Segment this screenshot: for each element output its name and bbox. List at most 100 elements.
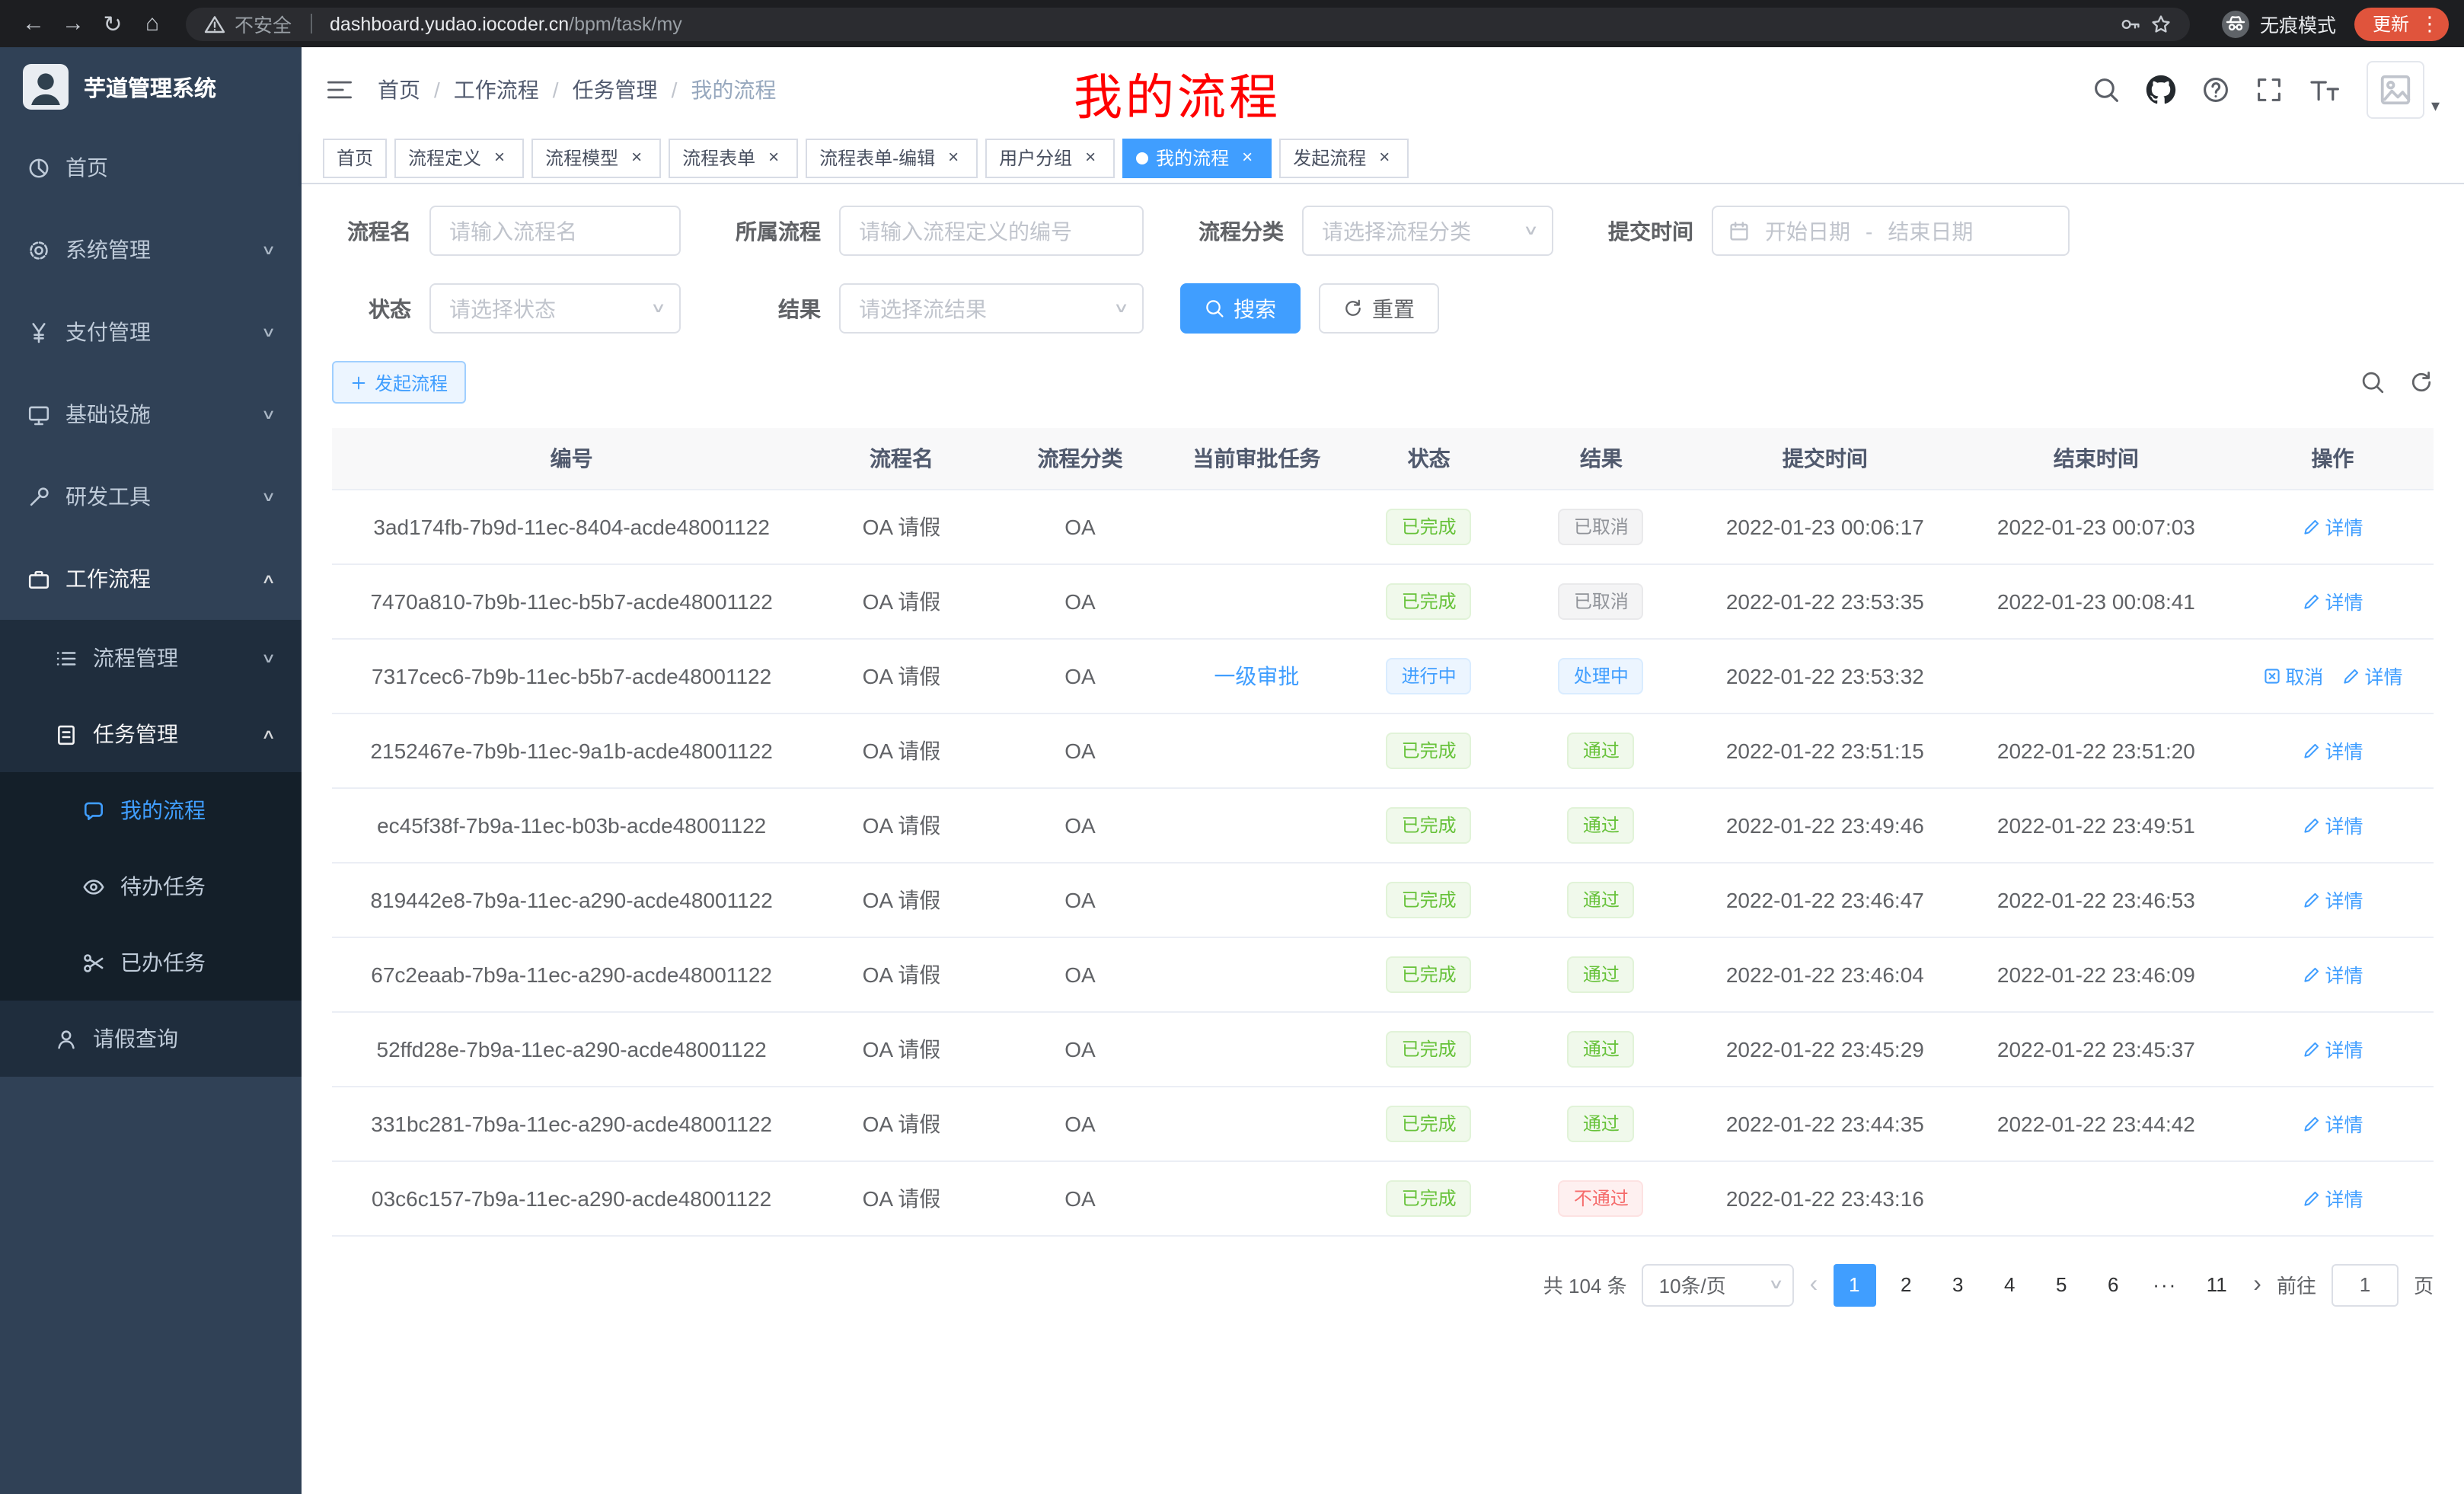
sidebar-item-dev-tools[interactable]: 研发工具∨ [0, 455, 302, 538]
cell-current-task [1168, 713, 1345, 787]
sidebar-item-todo-tasks[interactable]: 待办任务 [0, 848, 302, 924]
detail-button[interactable]: 详情 [2302, 959, 2363, 988]
detail-button[interactable]: 详情 [2302, 1109, 2363, 1138]
detail-button[interactable]: 详情 [2302, 736, 2363, 765]
search-button[interactable]: 搜索 [1180, 283, 1301, 334]
page-size-select[interactable]: 10条/页 ∨ [1642, 1263, 1795, 1306]
submit-time-range-picker[interactable]: 开始日期 - 结束日期 [1712, 206, 2070, 256]
sidebar-item-workflow[interactable]: 工作流程∧ [0, 538, 302, 620]
detail-button[interactable]: 详情 [2302, 1034, 2363, 1063]
browser-reload-button[interactable]: ↻ [94, 5, 131, 42]
breadcrumb-item[interactable]: 任务管理 [573, 75, 658, 105]
status-select[interactable]: 请选择状态 ∨ [429, 283, 681, 334]
gear-icon [27, 238, 50, 261]
browser-forward-button[interactable]: → [55, 5, 91, 42]
table-row: ec45f38f-7b9a-11ec-b03b-acde48001122OA 请… [332, 787, 2434, 862]
cell-end-time: 2022-01-22 23:51:20 [1961, 713, 2232, 787]
breadcrumb-item[interactable]: 首页 [378, 75, 420, 105]
github-icon[interactable] [2146, 75, 2177, 105]
bookmark-star-icon[interactable] [2150, 13, 2172, 34]
help-icon[interactable] [2203, 76, 2230, 104]
tab-process-form[interactable]: 流程表单× [669, 138, 798, 177]
cell-id: ec45f38f-7b9a-11ec-b03b-acde48001122 [332, 787, 811, 862]
browser-menu-icon[interactable]: ⋮ [2420, 11, 2440, 36]
detail-button[interactable]: 详情 [2302, 885, 2363, 914]
sidebar-item-process-management[interactable]: 流程管理∨ [0, 620, 302, 696]
category-select[interactable]: 请选择流程分类 ∨ [1302, 206, 1553, 256]
page-button-4[interactable]: 4 [1988, 1263, 2031, 1306]
close-icon[interactable]: × [1237, 147, 1258, 168]
update-button[interactable]: 更新 ⋮ [2354, 7, 2449, 40]
sidebar-item-task-management[interactable]: 任务管理∧ [0, 696, 302, 772]
tab-process-form-edit[interactable]: 流程表单-编辑× [806, 138, 978, 177]
address-bar[interactable]: 不安全 dashboard.yudao.iocoder.cn/bpm/task/… [186, 7, 2190, 40]
close-icon[interactable]: × [1374, 147, 1395, 168]
page-button-2[interactable]: 2 [1885, 1263, 1927, 1306]
chevron-down-icon: ∨ [262, 650, 277, 666]
cell-current-task [1168, 1011, 1345, 1086]
screen: ← → ↻ ⌂ 不安全 dashboard.yudao.iocoder.cn/b… [0, 0, 2464, 1494]
app-logo[interactable]: 芋道管理系统 [0, 47, 302, 126]
close-icon[interactable]: × [1080, 147, 1101, 168]
next-page-button[interactable]: › [2253, 1271, 2261, 1298]
page-button-6[interactable]: 6 [2092, 1263, 2134, 1306]
key-icon[interactable] [2120, 13, 2141, 34]
font-size-icon[interactable] [2309, 75, 2341, 105]
cell-process-name: OA 请假 [811, 937, 991, 1011]
chevron-down-icon: ∨ [1114, 300, 1130, 317]
detail-button[interactable]: 详情 [2302, 810, 2363, 839]
cell-submit-time: 2022-01-22 23:51:15 [1690, 713, 1961, 787]
close-icon[interactable]: × [626, 147, 647, 168]
tab-my-process[interactable]: 我的流程× [1122, 138, 1272, 177]
pager-ellipsis[interactable]: ··· [2143, 1263, 2186, 1306]
user-avatar[interactable]: ▾ [2367, 61, 2440, 119]
detail-button[interactable]: 详情 [2302, 512, 2363, 541]
sidebar-item-infrastructure[interactable]: 基础设施∨ [0, 373, 302, 455]
browser-back-button[interactable]: ← [15, 5, 52, 42]
cell-id: 7470a810-7b9b-11ec-b5b7-acde48001122 [332, 563, 811, 638]
initiate-process-button[interactable]: 发起流程 [332, 361, 466, 404]
sidebar-item-leave-query[interactable]: 请假查询 [0, 1001, 302, 1077]
active-dot-icon [1136, 152, 1148, 164]
tab-user-group[interactable]: 用户分组× [985, 138, 1115, 177]
close-icon[interactable]: × [489, 147, 510, 168]
detail-button[interactable]: 详情 [2341, 661, 2402, 690]
result-select[interactable]: 请选择流结果 ∨ [839, 283, 1144, 334]
sidebar-item-home[interactable]: 首页 [0, 126, 302, 209]
page-button-5[interactable]: 5 [2040, 1263, 2083, 1306]
tab-home[interactable]: 首页 [323, 138, 387, 177]
process-icon [55, 646, 78, 669]
toggle-search-icon[interactable] [2360, 370, 2385, 394]
sidebar-item-my-process[interactable]: 我的流程 [0, 772, 302, 848]
cell-result: 通过 [1513, 937, 1690, 1011]
reset-button[interactable]: 重置 [1319, 283, 1439, 334]
process-name-input[interactable] [429, 206, 681, 256]
tab-process-definition[interactable]: 流程定义× [394, 138, 524, 177]
detail-button[interactable]: 详情 [2302, 586, 2363, 615]
process-definition-input[interactable] [839, 206, 1144, 256]
fullscreen-icon[interactable] [2256, 76, 2284, 104]
detail-button[interactable]: 详情 [2302, 1183, 2363, 1212]
goto-page-input[interactable] [2332, 1263, 2399, 1306]
breadcrumb-item[interactable]: 工作流程 [454, 75, 539, 105]
browser-home-button[interactable]: ⌂ [134, 5, 171, 42]
sidebar-item-payment-management[interactable]: 支付管理∨ [0, 291, 302, 373]
cell-process-name: OA 请假 [811, 787, 991, 862]
tab-initiate-process[interactable]: 发起流程× [1279, 138, 1409, 177]
tab-process-model[interactable]: 流程模型× [531, 138, 661, 177]
sidebar-item-done-tasks[interactable]: 已办任务 [0, 924, 302, 1001]
close-icon[interactable]: × [943, 147, 964, 168]
current-task-link[interactable]: 一级审批 [1214, 663, 1299, 688]
cell-actions: 详情 [2232, 1160, 2434, 1235]
sidebar-item-system-management[interactable]: 系统管理∨ [0, 209, 302, 291]
page-button-1[interactable]: 1 [1833, 1263, 1875, 1306]
page-button-3[interactable]: 3 [1936, 1263, 1979, 1306]
refresh-table-icon[interactable] [2409, 370, 2434, 394]
prev-page-button[interactable]: ‹ [1810, 1271, 1818, 1298]
menu-fold-icon[interactable] [326, 78, 353, 102]
page-button-11[interactable]: 11 [2195, 1263, 2238, 1306]
cancel-button[interactable]: 取消 [2262, 661, 2323, 690]
header-search-icon[interactable] [2093, 76, 2121, 104]
close-icon[interactable]: × [763, 147, 784, 168]
action-label: 取消 [2285, 661, 2323, 690]
